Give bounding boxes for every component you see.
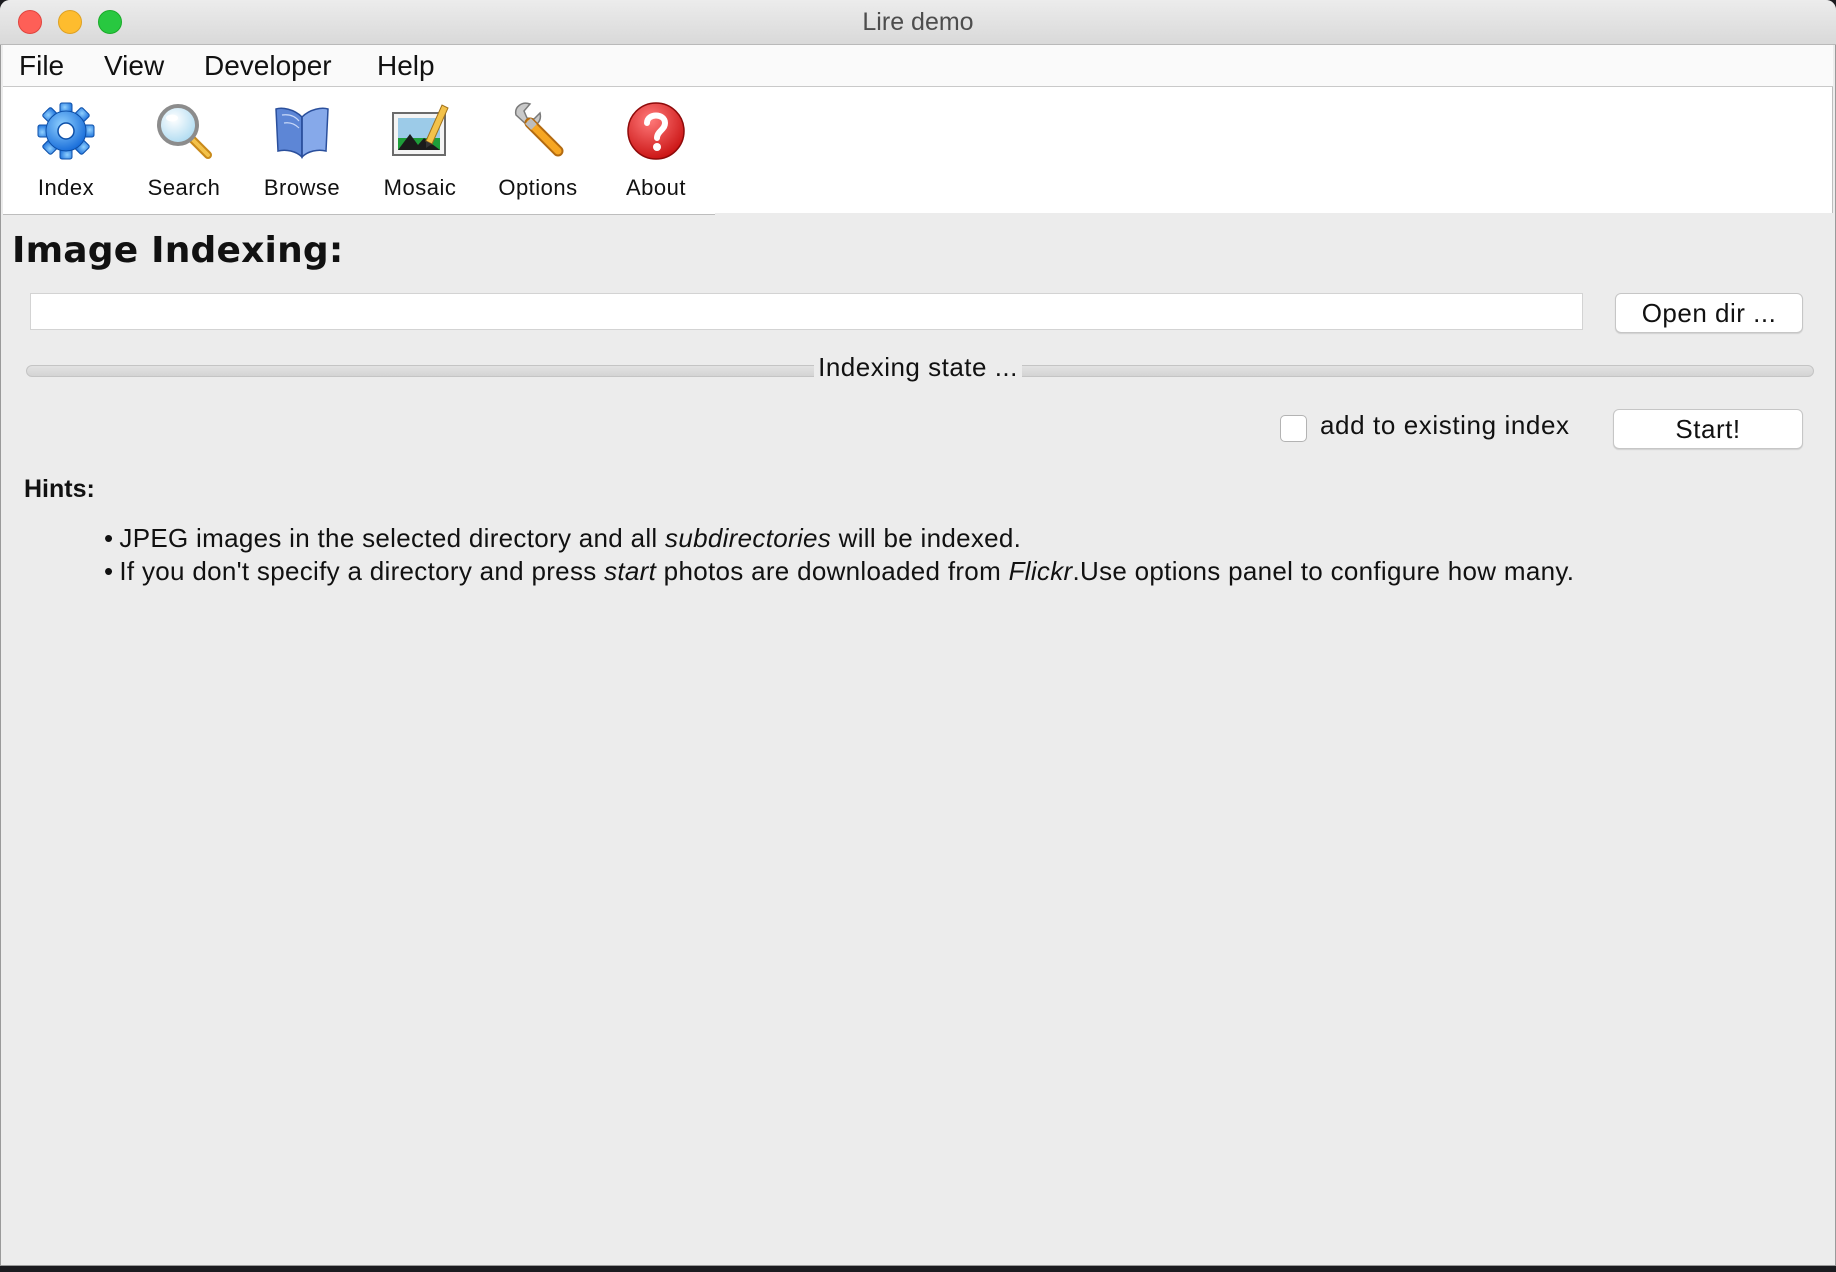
- window-title: Lire demo: [862, 8, 974, 36]
- toolbar-browse-button[interactable]: Browse: [243, 87, 361, 213]
- menu-developer[interactable]: Developer: [204, 45, 332, 86]
- toolbar-index-label: Index: [37, 175, 95, 200]
- hint-text: JPEG images in the selected directory an…: [119, 523, 666, 553]
- hint-text: If you don't specify a directory and pre…: [119, 556, 605, 586]
- toolbar-search-button[interactable]: Search: [125, 87, 243, 213]
- menu-file[interactable]: File: [19, 45, 64, 86]
- toolbar-index-button[interactable]: Index: [7, 87, 125, 213]
- app-window: Lire demo File View Developer Help Index…: [0, 0, 1836, 1266]
- hint-text: .Use options panel to configure how many…: [1072, 556, 1575, 586]
- menu-bar: File View Developer Help: [3, 45, 1833, 87]
- toolbar: Index Search Browse Mosaic Options About: [3, 87, 1835, 215]
- hints-title: Hints:: [24, 475, 95, 503]
- directory-input[interactable]: [30, 293, 1583, 330]
- progress-status-text: Indexing state ...: [814, 352, 1022, 382]
- picture-pencil-icon: [392, 104, 449, 156]
- toolbar-about-button[interactable]: About: [597, 87, 715, 213]
- menu-view[interactable]: View: [104, 45, 164, 86]
- open-dir-button[interactable]: Open dir ...: [1615, 293, 1803, 333]
- title-bar: Lire demo: [0, 0, 1836, 45]
- hint-emphasis: start: [604, 556, 657, 586]
- hint-item: • JPEG images in the selected directory a…: [104, 522, 1574, 555]
- hint-item: • If you don't specify a directory and pr…: [104, 555, 1574, 588]
- toolbar-options-label: Options: [498, 175, 578, 200]
- menu-help[interactable]: Help: [377, 45, 435, 86]
- add-to-existing-checkbox[interactable]: [1280, 415, 1307, 442]
- gear-icon: [37, 102, 95, 160]
- hint-emphasis: subdirectories: [665, 523, 832, 553]
- progress-status: Indexing state ...: [0, 352, 1836, 383]
- hint-text: photos are downloaded from: [656, 556, 1009, 586]
- hints-list: • JPEG images in the selected directory a…: [104, 522, 1574, 588]
- hint-bullet: •: [104, 556, 114, 586]
- book-icon: [275, 107, 329, 159]
- toolbar-mosaic-label: Mosaic: [383, 175, 457, 200]
- toolbar-divider: [715, 213, 1835, 215]
- toolbar-search-label: Search: [147, 175, 221, 200]
- start-button[interactable]: Start!: [1613, 409, 1803, 449]
- question-icon: [627, 102, 685, 160]
- hint-emphasis: Flickr: [1008, 556, 1073, 586]
- toolbar-about-label: About: [626, 175, 686, 200]
- toolbar-browse-label: Browse: [263, 175, 341, 200]
- add-to-existing-label[interactable]: add to existing index: [1320, 410, 1570, 441]
- magnifier-icon: [157, 104, 212, 159]
- toolbar-mosaic-button[interactable]: Mosaic: [361, 87, 479, 213]
- page-title: Image Indexing:: [12, 230, 344, 271]
- wrench-icon: [514, 102, 564, 157]
- hint-text: will be indexed.: [831, 523, 1022, 553]
- hint-bullet: •: [104, 523, 114, 553]
- toolbar-options-button[interactable]: Options: [479, 87, 597, 213]
